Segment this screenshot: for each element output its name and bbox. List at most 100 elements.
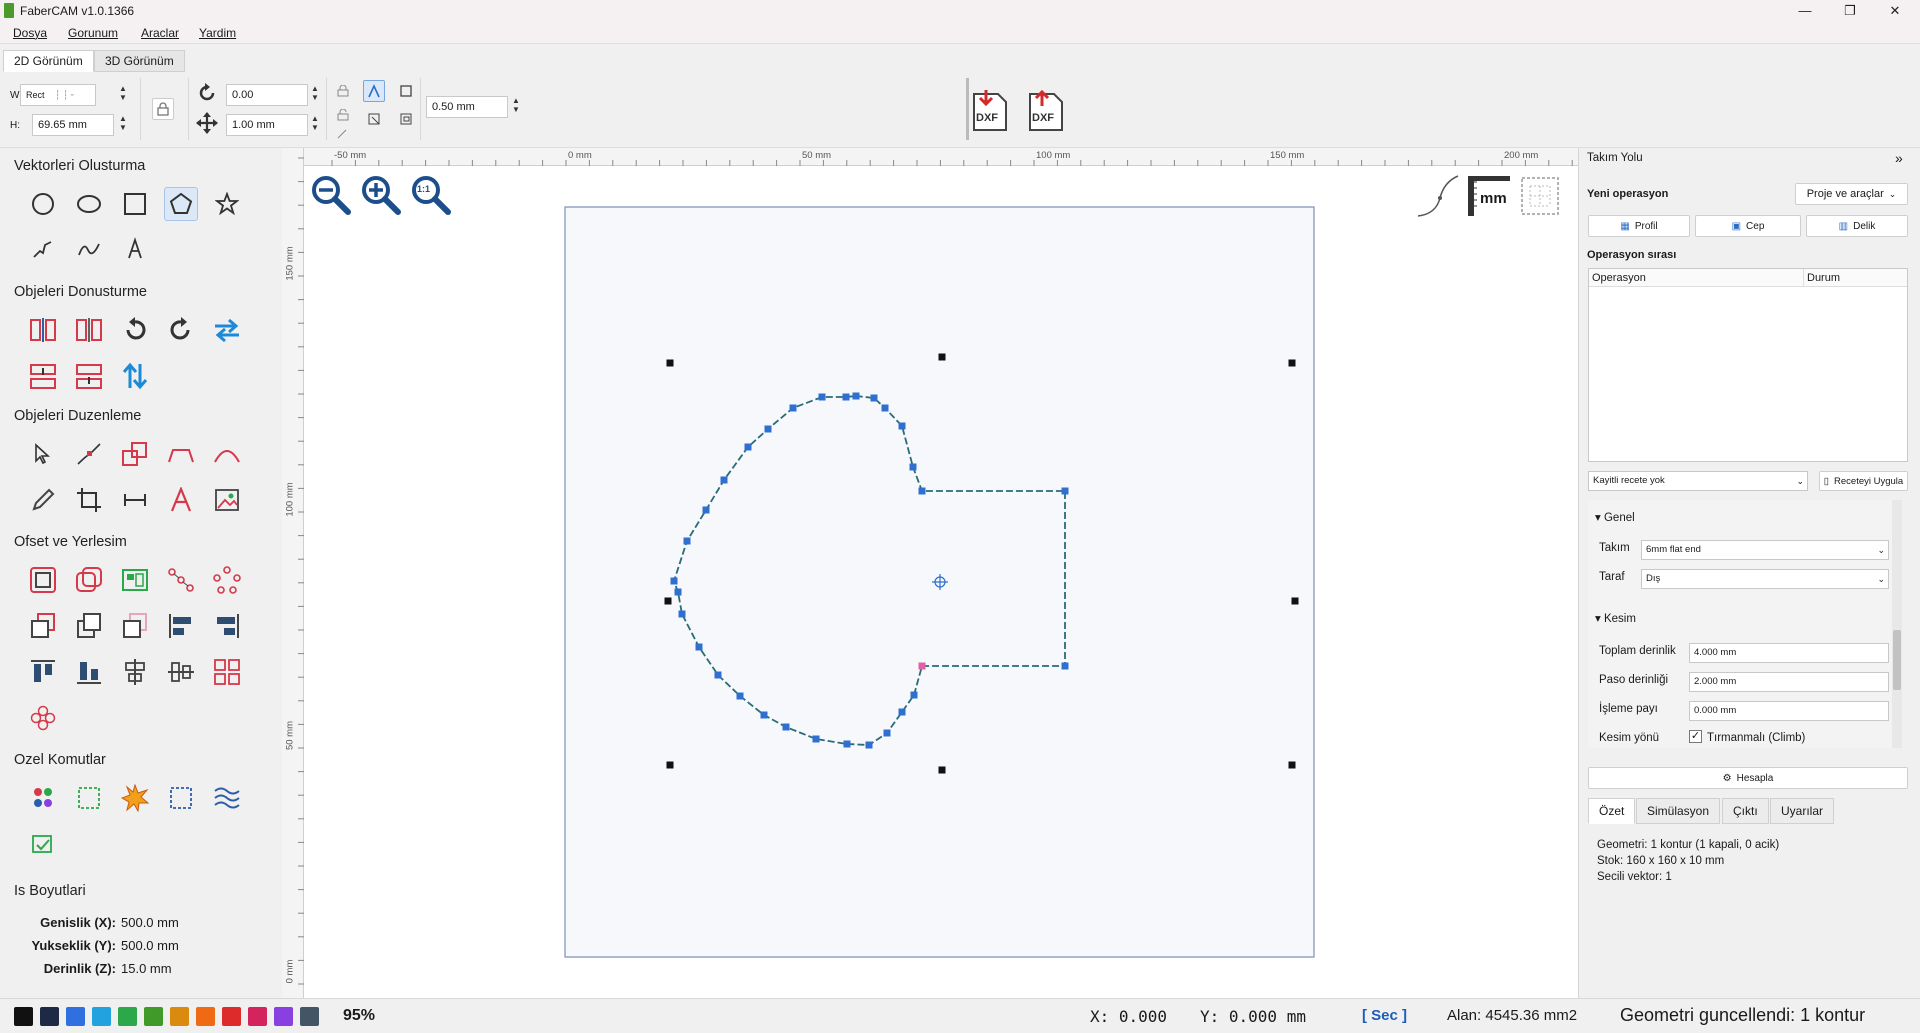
contour-node[interactable]	[1061, 487, 1069, 495]
contour-node[interactable]	[744, 443, 752, 451]
lock-button[interactable]	[332, 80, 354, 102]
select-node-tool[interactable]	[26, 437, 60, 471]
contour-node[interactable]	[898, 422, 906, 430]
fillet-tool[interactable]	[164, 437, 198, 471]
contour-node[interactable]	[720, 476, 728, 484]
menu-gorunum[interactable]: Gorunum	[68, 26, 118, 40]
snap-curve-button[interactable]	[1416, 174, 1460, 221]
zoom-in-button[interactable]	[360, 174, 402, 219]
color-swatch[interactable]	[170, 1007, 189, 1026]
tab-warnings[interactable]: Uyarılar	[1770, 798, 1835, 824]
unlock-button[interactable]	[332, 104, 354, 126]
contour-node[interactable]	[695, 643, 703, 651]
rotate-left-tool[interactable]	[118, 313, 152, 347]
selection-handle[interactable]	[938, 766, 946, 774]
image-tool[interactable]	[210, 483, 244, 517]
zoom-actual-button[interactable]: 1:1	[410, 174, 452, 219]
contour-node[interactable]	[789, 404, 797, 412]
color-separate-tool[interactable]	[26, 781, 60, 815]
dxf-export-button[interactable]: DXF	[1026, 88, 1068, 134]
menu-dosya[interactable]: Dosya	[13, 26, 47, 40]
text-tool[interactable]	[118, 232, 152, 266]
work-area[interactable]	[560, 205, 1320, 965]
tab-simulation[interactable]: Simülasyon	[1636, 798, 1721, 824]
aspect-lock-button[interactable]	[152, 98, 174, 120]
maximize-button[interactable]: ❐	[1835, 2, 1865, 20]
grid-toggle-button[interactable]	[1520, 176, 1560, 219]
color-swatch[interactable]	[248, 1007, 267, 1026]
circle-tool[interactable]	[26, 187, 60, 221]
selection-handle[interactable]	[664, 597, 672, 605]
align-right-tool[interactable]	[210, 609, 244, 643]
circular-array-tool[interactable]	[210, 563, 244, 597]
total-depth-field[interactable]: 4.000 mm	[1689, 643, 1889, 663]
contour-node[interactable]	[1061, 662, 1069, 670]
swap-tool[interactable]	[210, 313, 244, 347]
flip-down-tool[interactable]	[26, 359, 60, 393]
curve-tool[interactable]	[72, 232, 106, 266]
nest-tool[interactable]	[118, 563, 152, 597]
contour-node[interactable]	[818, 393, 826, 401]
tool-select[interactable]: 6mm flat end ⌄	[1641, 540, 1889, 560]
mirror-vertical-tool[interactable]	[72, 313, 106, 347]
contour-node[interactable]	[918, 662, 926, 670]
selection-handle[interactable]	[938, 353, 946, 361]
bounding-box-tool[interactable]	[72, 781, 106, 815]
apply-recipe-button[interactable]: ▯ Receteyi Uygula	[1819, 471, 1908, 491]
copy-tool[interactable]	[26, 609, 60, 643]
zoom-out-button[interactable]	[310, 174, 352, 219]
offset-spinner[interactable]: ▲ ▼	[511, 96, 521, 116]
menu-araclar[interactable]: Araclar	[141, 26, 179, 40]
rotation-field[interactable]: 0.00	[226, 84, 308, 106]
shape-selector[interactable]: Rect ┆ ┆ ╴	[20, 84, 96, 106]
recipe-select[interactable]: Kayitli recete yok ⌄	[1588, 471, 1808, 491]
flower-pattern-tool[interactable]	[26, 701, 60, 735]
color-swatch[interactable]	[66, 1007, 85, 1026]
side-select[interactable]: Dış ⌄	[1641, 569, 1889, 589]
node-edit-tool[interactable]	[72, 437, 106, 471]
align-bottom-tool[interactable]	[72, 655, 106, 689]
group-general[interactable]: ▾ Genel	[1595, 510, 1635, 524]
contour-node[interactable]	[843, 740, 851, 748]
corner-mode-button[interactable]	[363, 108, 385, 130]
selection-handle[interactable]	[1291, 597, 1299, 605]
project-tools-button[interactable]: Proje ve araçlar ⌄	[1795, 183, 1908, 205]
color-swatch[interactable]	[274, 1007, 293, 1026]
path-array-tool[interactable]	[164, 563, 198, 597]
duplicate-tool[interactable]	[72, 609, 106, 643]
contour-node[interactable]	[702, 506, 710, 514]
climb-checkbox[interactable]: ✓	[1689, 730, 1702, 743]
height-field[interactable]: 69.65 mm	[32, 114, 114, 136]
menu-yardim[interactable]: Yardim	[199, 26, 236, 40]
pencil-tool[interactable]	[26, 483, 60, 517]
rotation-spinner[interactable]: ▲ ▼	[310, 84, 320, 104]
tab-3d-view[interactable]: 3D Görünüm	[94, 50, 185, 72]
measure-tool[interactable]	[118, 483, 152, 517]
swap-vertical-tool[interactable]	[118, 359, 152, 393]
pocket-operation-button[interactable]: ▣ Cep	[1695, 215, 1801, 237]
contour-node[interactable]	[760, 711, 768, 719]
contour-node[interactable]	[883, 729, 891, 737]
polygon-tool[interactable]	[164, 187, 198, 221]
close-button[interactable]: ✕	[1880, 2, 1910, 20]
tab-summary[interactable]: Özet	[1588, 798, 1636, 824]
contour-node[interactable]	[678, 610, 686, 618]
contour-node[interactable]	[870, 394, 878, 402]
profile-operation-button[interactable]: ▦ Profil	[1588, 215, 1690, 237]
contour-node[interactable]	[670, 577, 678, 585]
move-spinner[interactable]: ▲ ▼	[310, 114, 320, 134]
tab-2d-view[interactable]: 2D Görünüm	[3, 50, 94, 72]
offset-tool[interactable]	[26, 563, 60, 597]
contour-node[interactable]	[764, 425, 772, 433]
center-vertical-tool[interactable]	[118, 655, 152, 689]
explode-tool[interactable]	[118, 781, 152, 815]
align-left-tool[interactable]	[164, 609, 198, 643]
contour-node[interactable]	[910, 691, 918, 699]
selection-handle[interactable]	[1288, 359, 1296, 367]
drill-operation-button[interactable]: ▥ Delik	[1806, 215, 1908, 237]
color-swatch[interactable]	[144, 1007, 163, 1026]
report-tool[interactable]	[26, 827, 60, 861]
col-operation[interactable]: Operasyon	[1592, 272, 1646, 284]
color-swatch[interactable]	[40, 1007, 59, 1026]
dxf-import-button[interactable]: DXF	[970, 88, 1012, 134]
